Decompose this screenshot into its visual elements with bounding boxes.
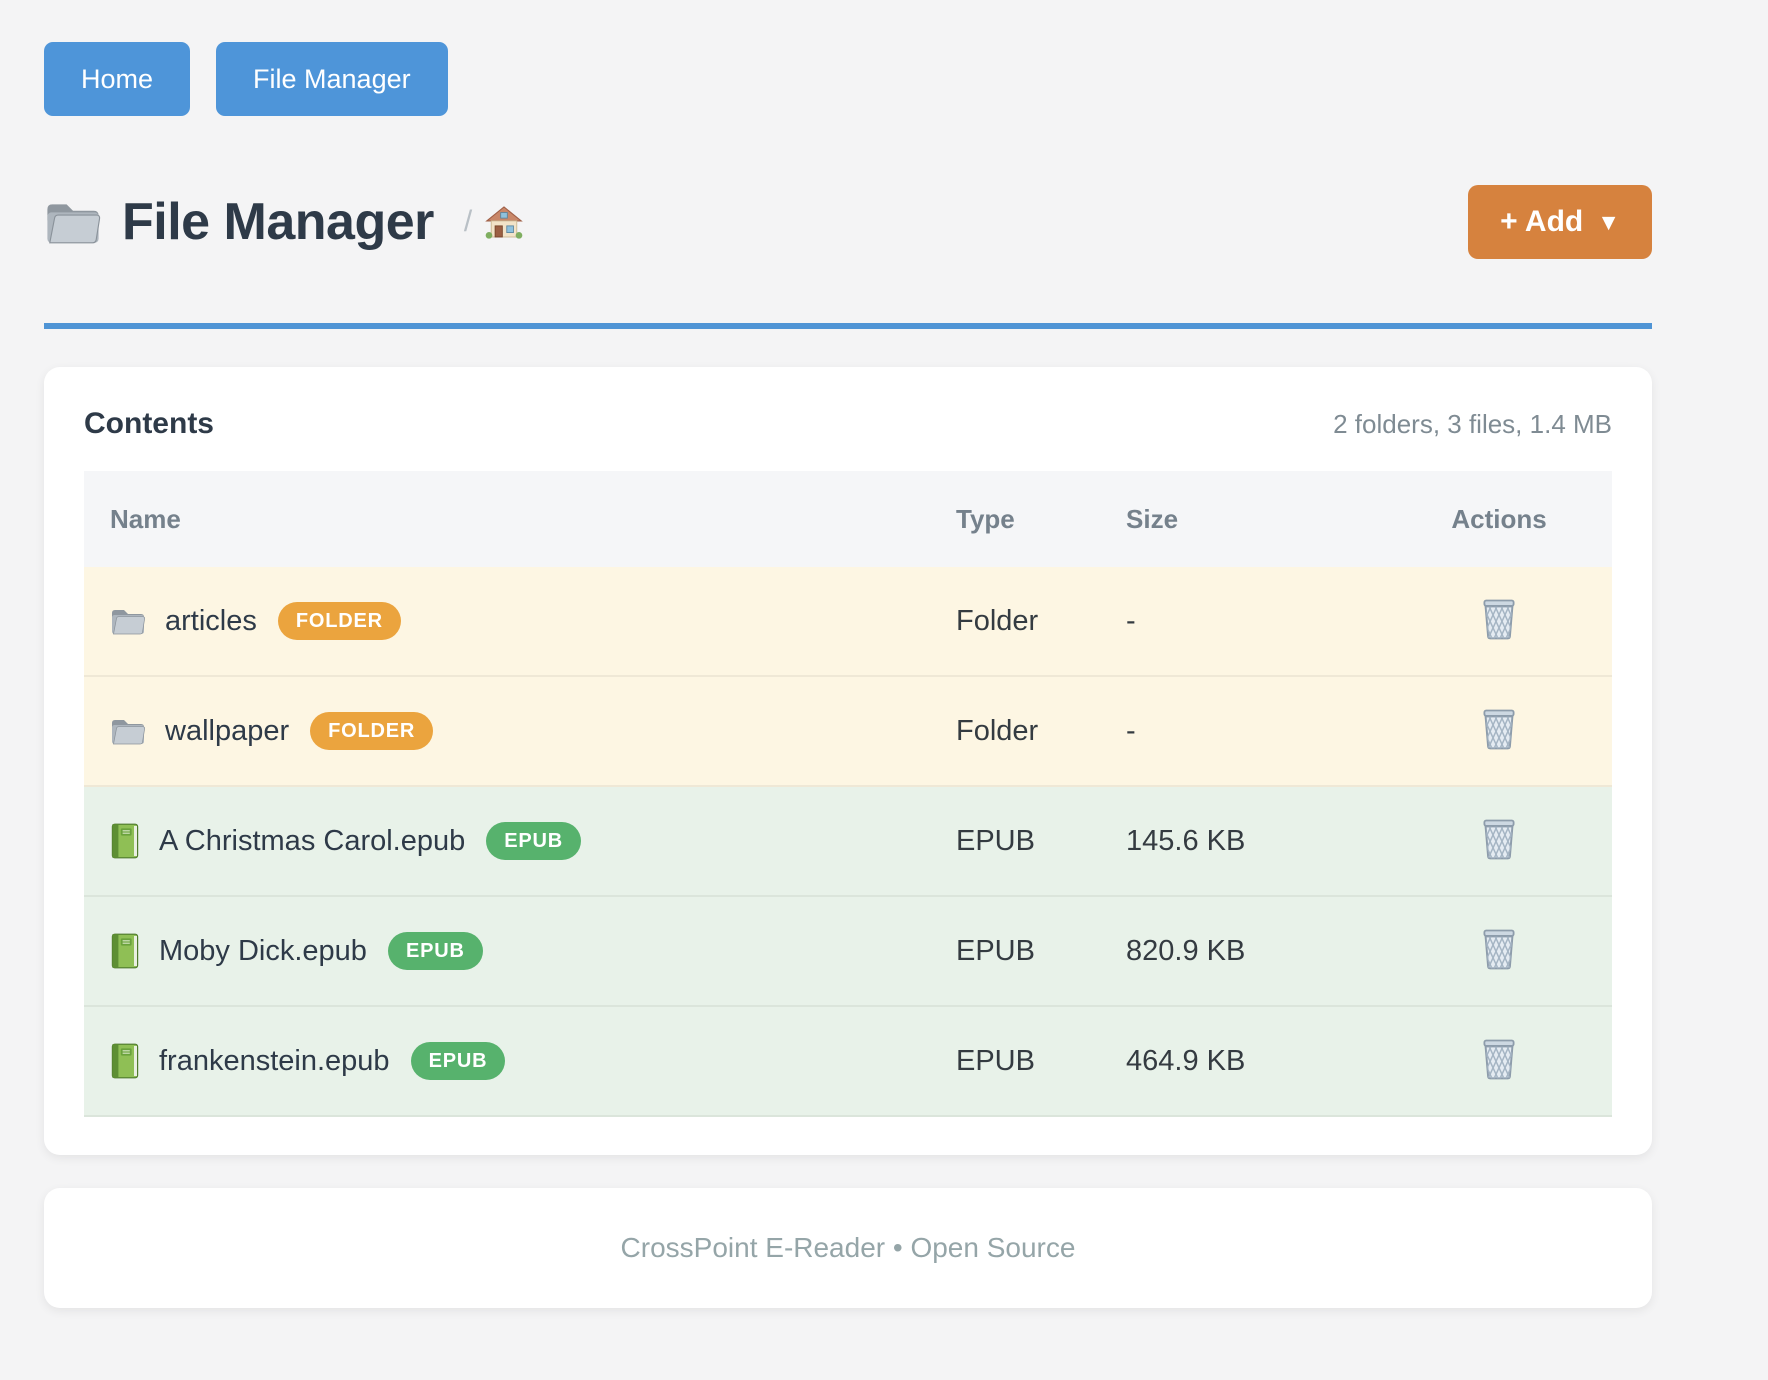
footer-card: CrossPoint E-Reader • Open Source: [44, 1188, 1652, 1308]
file-size: 464.9 KB: [1126, 1045, 1386, 1078]
page-title: File Manager: [122, 192, 434, 252]
delete-button[interactable]: [1477, 925, 1521, 974]
green-book-icon: [110, 933, 140, 969]
delete-button[interactable]: [1477, 595, 1521, 644]
file-size: -: [1126, 605, 1386, 638]
file-actions-cell: [1386, 925, 1612, 978]
file-name[interactable]: Moby Dick.epub: [159, 935, 367, 968]
breadcrumb: /: [464, 204, 524, 240]
file-type-badge: EPUB: [411, 1042, 506, 1080]
file-name[interactable]: articles: [165, 605, 257, 638]
file-type: EPUB: [956, 935, 1126, 968]
top-nav: Home File Manager: [44, 0, 1652, 116]
green-book-icon: [110, 823, 140, 859]
breadcrumb-separator: /: [464, 205, 472, 239]
title-group: File Manager /: [44, 192, 1468, 252]
file-name-cell: A Christmas Carol.epub EPUB: [84, 822, 956, 860]
file-type: Folder: [956, 605, 1126, 638]
column-header-size: Size: [1126, 504, 1386, 535]
file-size: 820.9 KB: [1126, 935, 1386, 968]
contents-card: Contents 2 folders, 3 files, 1.4 MB Name…: [44, 367, 1652, 1155]
table-row[interactable]: A Christmas Carol.epub EPUB EPUB 145.6 K…: [84, 787, 1612, 897]
file-type-badge: FOLDER: [310, 712, 433, 750]
nav-file-manager-button[interactable]: File Manager: [216, 42, 448, 116]
column-header-name: Name: [84, 504, 956, 535]
file-type-badge: EPUB: [486, 822, 581, 860]
trash-icon: [1481, 929, 1517, 970]
page: Home File Manager File Manager / + Add ▼…: [44, 0, 1652, 1308]
home-icon[interactable]: [484, 204, 524, 240]
folder-icon: [44, 198, 102, 246]
green-book-icon: [110, 1043, 140, 1079]
contents-card-header: Contents 2 folders, 3 files, 1.4 MB: [84, 407, 1612, 441]
folder-icon: [110, 716, 146, 746]
table-header-row: Name Type Size Actions: [84, 471, 1612, 567]
delete-button[interactable]: [1477, 815, 1521, 864]
caret-down-icon: ▼: [1597, 211, 1620, 234]
file-name-cell: Moby Dick.epub EPUB: [84, 932, 956, 970]
table-body: articles FOLDER Folder - wallpaper FOLDE…: [84, 567, 1612, 1117]
file-type: EPUB: [956, 1045, 1126, 1078]
contents-summary: 2 folders, 3 files, 1.4 MB: [1333, 409, 1612, 440]
column-header-type: Type: [956, 504, 1126, 535]
contents-title: Contents: [84, 407, 214, 441]
table-row[interactable]: Moby Dick.epub EPUB EPUB 820.9 KB: [84, 897, 1612, 1007]
column-header-actions: Actions: [1386, 504, 1612, 535]
folder-icon: [110, 606, 146, 636]
table-row[interactable]: wallpaper FOLDER Folder -: [84, 677, 1612, 787]
files-table: Name Type Size Actions articles FOLDER F…: [84, 471, 1612, 1117]
file-size: -: [1126, 715, 1386, 748]
add-button-label: + Add: [1500, 204, 1583, 240]
file-type-badge: FOLDER: [278, 602, 401, 640]
file-type-badge: EPUB: [388, 932, 483, 970]
file-name-cell: frankenstein.epub EPUB: [84, 1042, 956, 1080]
file-size: 145.6 KB: [1126, 825, 1386, 858]
file-actions-cell: [1386, 1035, 1612, 1088]
table-row[interactable]: frankenstein.epub EPUB EPUB 464.9 KB: [84, 1007, 1612, 1117]
trash-icon: [1481, 709, 1517, 750]
trash-icon: [1481, 819, 1517, 860]
table-row[interactable]: articles FOLDER Folder -: [84, 567, 1612, 677]
file-actions-cell: [1386, 595, 1612, 648]
file-name-cell: articles FOLDER: [84, 602, 956, 640]
trash-icon: [1481, 1039, 1517, 1080]
file-name[interactable]: frankenstein.epub: [159, 1045, 390, 1078]
file-name-cell: wallpaper FOLDER: [84, 712, 956, 750]
file-actions-cell: [1386, 705, 1612, 758]
footer-text: CrossPoint E-Reader • Open Source: [44, 1232, 1652, 1264]
title-row: File Manager / + Add ▼: [44, 185, 1652, 259]
nav-home-button[interactable]: Home: [44, 42, 190, 116]
file-type: Folder: [956, 715, 1126, 748]
file-name[interactable]: A Christmas Carol.epub: [159, 825, 465, 858]
file-name[interactable]: wallpaper: [165, 715, 289, 748]
add-button[interactable]: + Add ▼: [1468, 185, 1652, 259]
title-divider: [44, 323, 1652, 329]
file-actions-cell: [1386, 815, 1612, 868]
file-type: EPUB: [956, 825, 1126, 858]
delete-button[interactable]: [1477, 1035, 1521, 1084]
delete-button[interactable]: [1477, 705, 1521, 754]
trash-icon: [1481, 599, 1517, 640]
